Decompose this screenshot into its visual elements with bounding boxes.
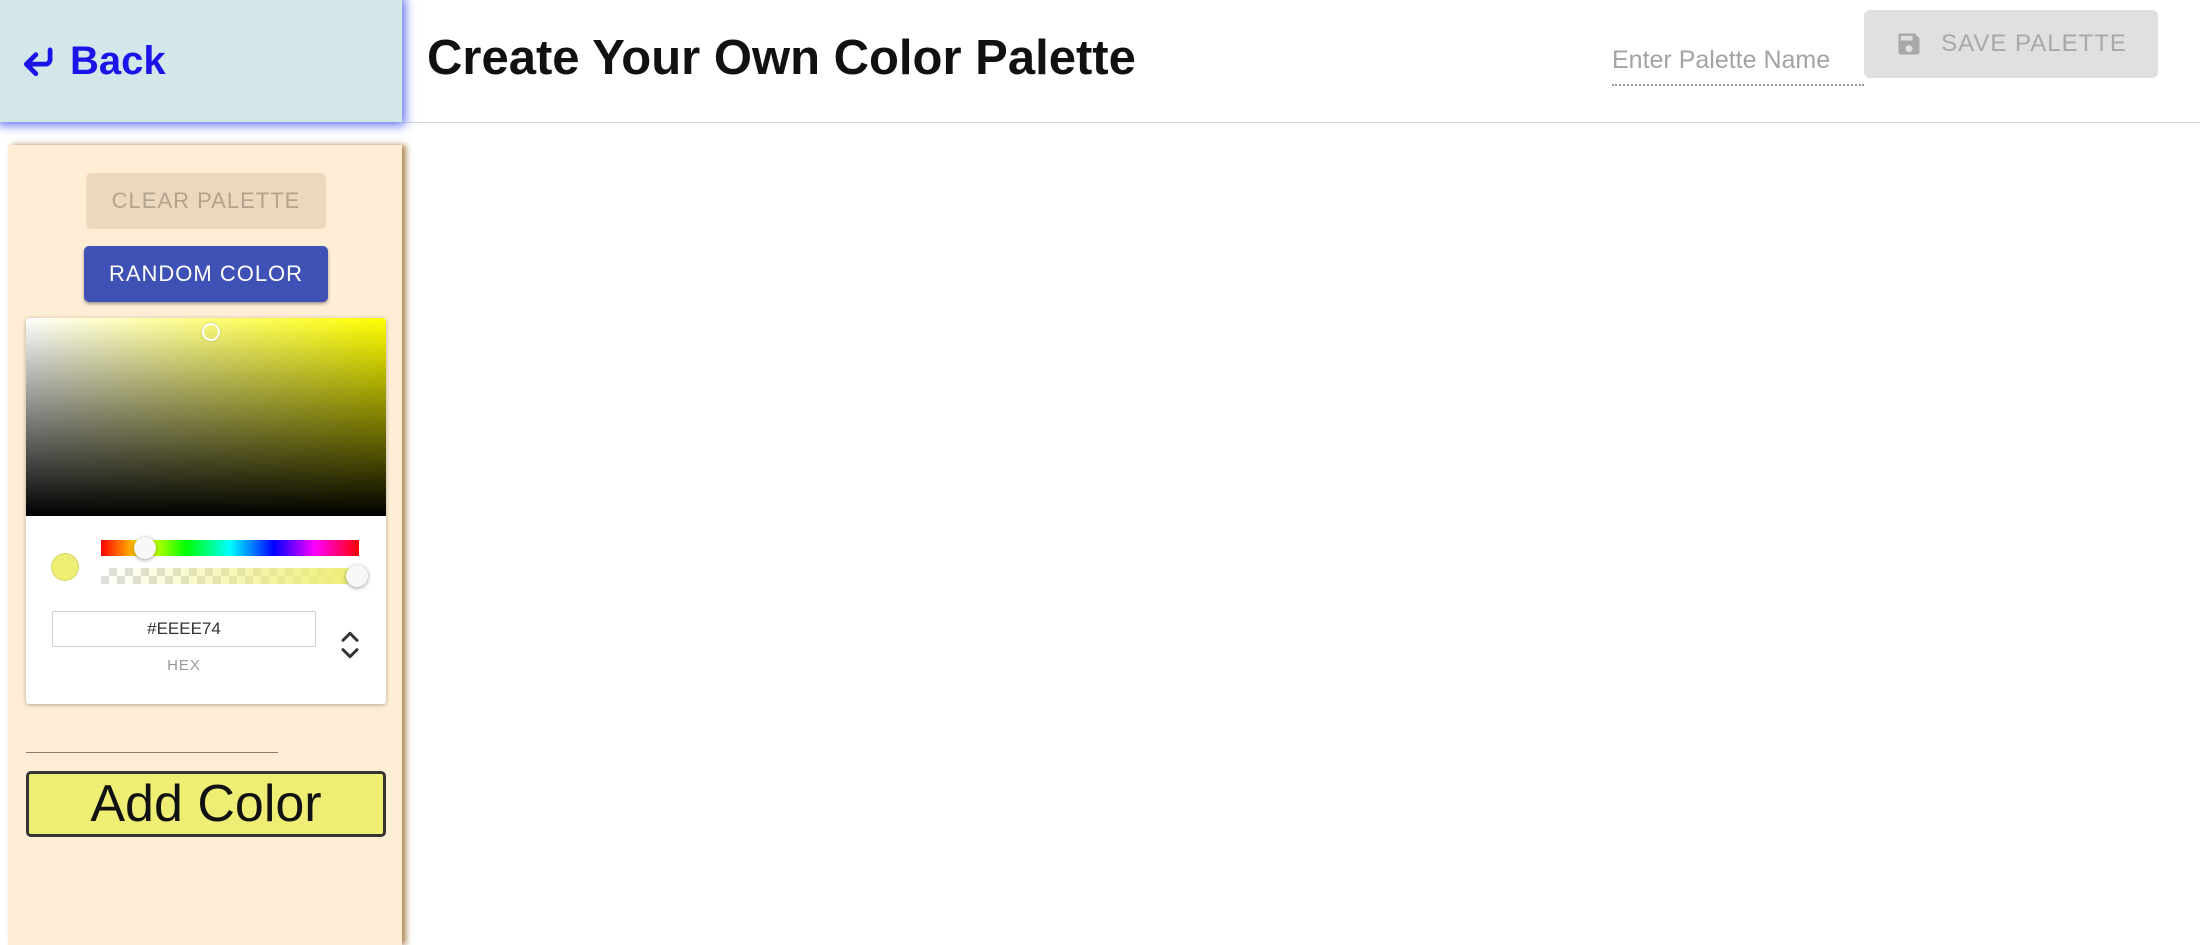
header: Create Your Own Color Palette SAVE PALET… (402, 0, 2200, 123)
floppy-disk-icon (1895, 30, 1923, 58)
save-palette-button[interactable]: SAVE PALETTE (1864, 10, 2158, 78)
add-color-button[interactable]: Add Color (26, 771, 386, 837)
alpha-slider-handle[interactable] (346, 565, 368, 587)
alpha-slider[interactable] (101, 568, 359, 584)
page-title: Create Your Own Color Palette (427, 30, 1136, 86)
palette-area (402, 124, 2200, 926)
hex-input[interactable]: #EEEE74 (52, 611, 316, 647)
hex-mode-label: HEX (52, 657, 316, 674)
clear-palette-button[interactable]: CLEAR PALETTE (86, 173, 326, 229)
back-link[interactable]: Back (20, 39, 166, 84)
hue-slider-handle[interactable] (134, 537, 156, 559)
return-arrow-icon (20, 42, 58, 80)
saturation-area[interactable] (26, 318, 386, 516)
sidebar: CLEAR PALETTE RANDOM COLOR #EEEE74 HEX A… (8, 145, 402, 945)
current-color-swatch (51, 553, 79, 581)
palette-name-input[interactable] (1612, 36, 1864, 86)
up-down-chevron-icon[interactable] (336, 626, 364, 664)
back-panel: Back (0, 0, 402, 122)
color-picker: #EEEE74 HEX (26, 318, 386, 704)
saturation-handle[interactable] (202, 323, 220, 341)
save-palette-label: SAVE PALETTE (1941, 30, 2127, 58)
divider (26, 752, 278, 753)
random-color-button[interactable]: RANDOM COLOR (84, 246, 328, 302)
back-label: Back (70, 39, 166, 84)
